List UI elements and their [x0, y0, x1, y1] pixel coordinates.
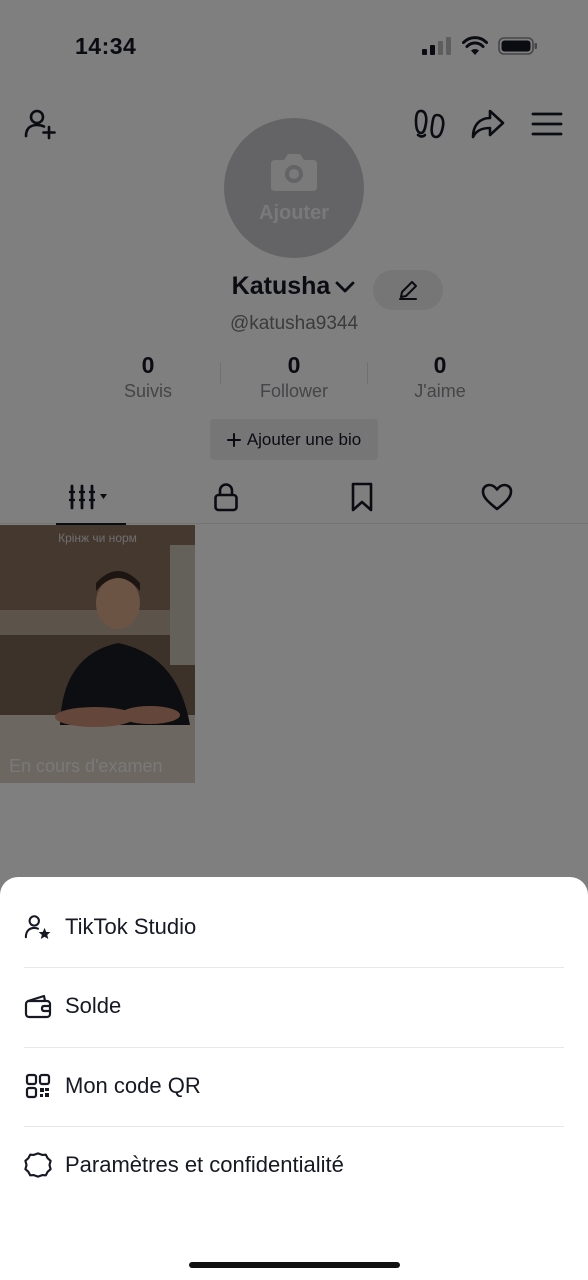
profile-screen: 14:34: [0, 0, 588, 1280]
menu-item-label: Solde: [65, 993, 122, 1018]
wallet-icon: [24, 992, 52, 1020]
qr-code-icon: [24, 1072, 52, 1100]
menu-item-label: TikTok Studio: [65, 914, 197, 939]
menu-item-qr-code[interactable]: Mon code QR: [24, 1046, 564, 1126]
home-indicator[interactable]: [189, 1262, 400, 1268]
menu-item-tiktok-studio[interactable]: TikTok Studio: [24, 887, 564, 967]
menu-item-label: Paramètres et confidentialité: [65, 1152, 344, 1177]
menu-item-label: Mon code QR: [65, 1073, 201, 1098]
person-star-icon: [24, 913, 52, 941]
profile-menu-sheet: TikTok Studio Solde Mon code QR Paramètr…: [0, 877, 588, 1280]
menu-item-settings[interactable]: Paramètres et confidentialité: [24, 1125, 564, 1205]
menu-item-balance[interactable]: Solde: [24, 966, 564, 1046]
gear-icon: [24, 1151, 52, 1179]
